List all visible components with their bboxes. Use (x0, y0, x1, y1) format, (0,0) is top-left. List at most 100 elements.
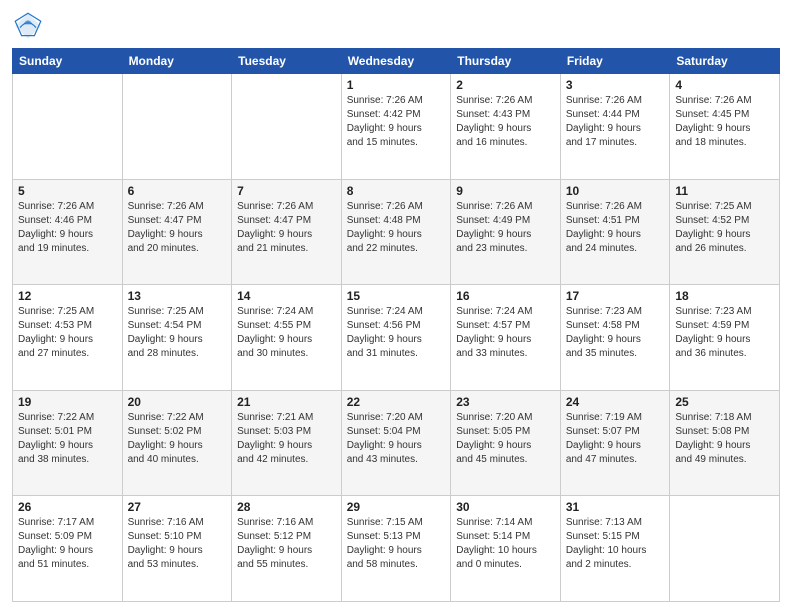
calendar-cell: 11 Sunrise: 7:25 AM Sunset: 4:52 PM Dayli… (670, 179, 780, 285)
day-info: Sunrise: 7:17 AM Sunset: 5:09 PM Dayligh… (18, 516, 117, 572)
calendar-cell: 12 Sunrise: 7:25 AM Sunset: 4:53 PM Dayli… (13, 285, 123, 391)
calendar-cell: 5Sunrise: 7:26 AM Sunset: 4:46 PM Daylig… (13, 179, 123, 285)
day-info: Sunrise: 7:26 AM Sunset: 4:42 PM Dayligh… (347, 94, 446, 150)
day-number: 31 (566, 500, 665, 514)
calendar-cell: 3 Sunrise: 7:26 AM Sunset: 4:44 PM Daylig… (560, 74, 670, 180)
day-number: 4 (675, 78, 774, 92)
day-number: 27 (128, 500, 227, 514)
day-info: Sunrise: 7:25 AM Sunset: 4:54 PM Dayligh… (128, 305, 227, 361)
day-number: 17 (566, 289, 665, 303)
day-info: Sunrise: 7:26 AM Sunset: 4:45 PM Dayligh… (675, 94, 774, 150)
day-of-week-header: Saturday (670, 49, 780, 74)
calendar-cell: 21 Sunrise: 7:21 AM Sunset: 5:03 PM Dayli… (232, 390, 342, 496)
calendar-cell: 16Sunrise: 7:24 AM Sunset: 4:57 PM Dayli… (451, 285, 561, 391)
calendar-cell: 22 Sunrise: 7:20 AM Sunset: 5:04 PM Dayli… (341, 390, 451, 496)
day-info: Sunrise: 7:26 AM Sunset: 4:51 PM Dayligh… (566, 200, 665, 256)
day-number: 3 (566, 78, 665, 92)
calendar-cell: 18 Sunrise: 7:23 AM Sunset: 4:59 PM Dayli… (670, 285, 780, 391)
calendar-cell: 8 Sunrise: 7:26 AM Sunset: 4:48 PM Daylig… (341, 179, 451, 285)
day-info: Sunrise: 7:21 AM Sunset: 5:03 PM Dayligh… (237, 411, 336, 467)
day-info: Sunrise: 7:26 AM Sunset: 4:46 PM Dayligh… (18, 200, 117, 256)
day-info: Sunrise: 7:23 AM Sunset: 4:58 PM Dayligh… (566, 305, 665, 361)
calendar-cell: 4 Sunrise: 7:26 AM Sunset: 4:45 PM Daylig… (670, 74, 780, 180)
day-of-week-header: Wednesday (341, 49, 451, 74)
calendar-cell: 31 Sunrise: 7:13 AM Sunset: 5:15 PM Dayli… (560, 496, 670, 602)
calendar-cell: 26 Sunrise: 7:17 AM Sunset: 5:09 PM Dayli… (13, 496, 123, 602)
header (12, 10, 780, 42)
day-number: 21 (237, 395, 336, 409)
day-of-week-header: Monday (122, 49, 232, 74)
day-of-week-header: Sunday (13, 49, 123, 74)
day-number: 26 (18, 500, 117, 514)
calendar-week-row: 12 Sunrise: 7:25 AM Sunset: 4:53 PM Dayli… (13, 285, 780, 391)
day-info: Sunrise: 7:26 AM Sunset: 4:47 PM Dayligh… (128, 200, 227, 256)
day-number: 24 (566, 395, 665, 409)
day-number: 14 (237, 289, 336, 303)
day-number: 30 (456, 500, 555, 514)
day-info: Sunrise: 7:26 AM Sunset: 4:44 PM Dayligh… (566, 94, 665, 150)
logo (12, 10, 48, 42)
day-number: 13 (128, 289, 227, 303)
day-number: 23 (456, 395, 555, 409)
day-info: Sunrise: 7:20 AM Sunset: 5:04 PM Dayligh… (347, 411, 446, 467)
calendar-cell: 28Sunrise: 7:16 AM Sunset: 5:12 PM Dayli… (232, 496, 342, 602)
calendar-cell: 9 Sunrise: 7:26 AM Sunset: 4:49 PM Daylig… (451, 179, 561, 285)
day-info: Sunrise: 7:20 AM Sunset: 5:05 PM Dayligh… (456, 411, 555, 467)
day-number: 9 (456, 184, 555, 198)
calendar-cell: 30 Sunrise: 7:14 AM Sunset: 5:14 PM Dayli… (451, 496, 561, 602)
day-number: 11 (675, 184, 774, 198)
day-info: Sunrise: 7:26 AM Sunset: 4:48 PM Dayligh… (347, 200, 446, 256)
day-of-week-header: Tuesday (232, 49, 342, 74)
day-info: Sunrise: 7:26 AM Sunset: 4:43 PM Dayligh… (456, 94, 555, 150)
day-number: 16 (456, 289, 555, 303)
day-info: Sunrise: 7:22 AM Sunset: 5:02 PM Dayligh… (128, 411, 227, 467)
day-info: Sunrise: 7:23 AM Sunset: 4:59 PM Dayligh… (675, 305, 774, 361)
day-number: 15 (347, 289, 446, 303)
day-number: 10 (566, 184, 665, 198)
calendar-cell: 25Sunrise: 7:18 AM Sunset: 5:08 PM Dayli… (670, 390, 780, 496)
calendar-cell: 17 Sunrise: 7:23 AM Sunset: 4:58 PM Dayli… (560, 285, 670, 391)
day-number: 19 (18, 395, 117, 409)
day-number: 18 (675, 289, 774, 303)
day-info: Sunrise: 7:26 AM Sunset: 4:49 PM Dayligh… (456, 200, 555, 256)
day-info: Sunrise: 7:24 AM Sunset: 4:55 PM Dayligh… (237, 305, 336, 361)
day-number: 6 (128, 184, 227, 198)
calendar-cell (122, 74, 232, 180)
day-number: 12 (18, 289, 117, 303)
day-info: Sunrise: 7:25 AM Sunset: 4:53 PM Dayligh… (18, 305, 117, 361)
day-info: Sunrise: 7:25 AM Sunset: 4:52 PM Dayligh… (675, 200, 774, 256)
calendar-cell: 7 Sunrise: 7:26 AM Sunset: 4:47 PM Daylig… (232, 179, 342, 285)
calendar-week-row: 19 Sunrise: 7:22 AM Sunset: 5:01 PM Dayli… (13, 390, 780, 496)
day-number: 28 (237, 500, 336, 514)
day-number: 8 (347, 184, 446, 198)
calendar-cell: 27 Sunrise: 7:16 AM Sunset: 5:10 PM Dayli… (122, 496, 232, 602)
day-number: 1 (347, 78, 446, 92)
calendar-cell: 6 Sunrise: 7:26 AM Sunset: 4:47 PM Daylig… (122, 179, 232, 285)
calendar-cell: 2 Sunrise: 7:26 AM Sunset: 4:43 PM Daylig… (451, 74, 561, 180)
calendar-header-row: SundayMondayTuesdayWednesdayThursdayFrid… (13, 49, 780, 74)
calendar-cell: 23 Sunrise: 7:20 AM Sunset: 5:05 PM Dayli… (451, 390, 561, 496)
calendar-cell: 13 Sunrise: 7:25 AM Sunset: 4:54 PM Dayli… (122, 285, 232, 391)
day-of-week-header: Thursday (451, 49, 561, 74)
day-number: 2 (456, 78, 555, 92)
day-number: 22 (347, 395, 446, 409)
calendar-cell: 20 Sunrise: 7:22 AM Sunset: 5:02 PM Dayli… (122, 390, 232, 496)
day-info: Sunrise: 7:26 AM Sunset: 4:47 PM Dayligh… (237, 200, 336, 256)
day-of-week-header: Friday (560, 49, 670, 74)
calendar-cell: 24 Sunrise: 7:19 AM Sunset: 5:07 PM Dayli… (560, 390, 670, 496)
day-number: 25 (675, 395, 774, 409)
calendar-cell (670, 496, 780, 602)
calendar-cell (13, 74, 123, 180)
day-info: Sunrise: 7:16 AM Sunset: 5:10 PM Dayligh… (128, 516, 227, 572)
calendar-cell: 19 Sunrise: 7:22 AM Sunset: 5:01 PM Dayli… (13, 390, 123, 496)
day-info: Sunrise: 7:19 AM Sunset: 5:07 PM Dayligh… (566, 411, 665, 467)
day-number: 20 (128, 395, 227, 409)
day-info: Sunrise: 7:24 AM Sunset: 4:56 PM Dayligh… (347, 305, 446, 361)
day-info: Sunrise: 7:14 AM Sunset: 5:14 PM Dayligh… (456, 516, 555, 572)
day-number: 7 (237, 184, 336, 198)
day-info: Sunrise: 7:13 AM Sunset: 5:15 PM Dayligh… (566, 516, 665, 572)
calendar-week-row: 5Sunrise: 7:26 AM Sunset: 4:46 PM Daylig… (13, 179, 780, 285)
calendar-cell: 15 Sunrise: 7:24 AM Sunset: 4:56 PM Dayli… (341, 285, 451, 391)
day-info: Sunrise: 7:22 AM Sunset: 5:01 PM Dayligh… (18, 411, 117, 467)
calendar-body: 1 Sunrise: 7:26 AM Sunset: 4:42 PM Daylig… (13, 74, 780, 602)
